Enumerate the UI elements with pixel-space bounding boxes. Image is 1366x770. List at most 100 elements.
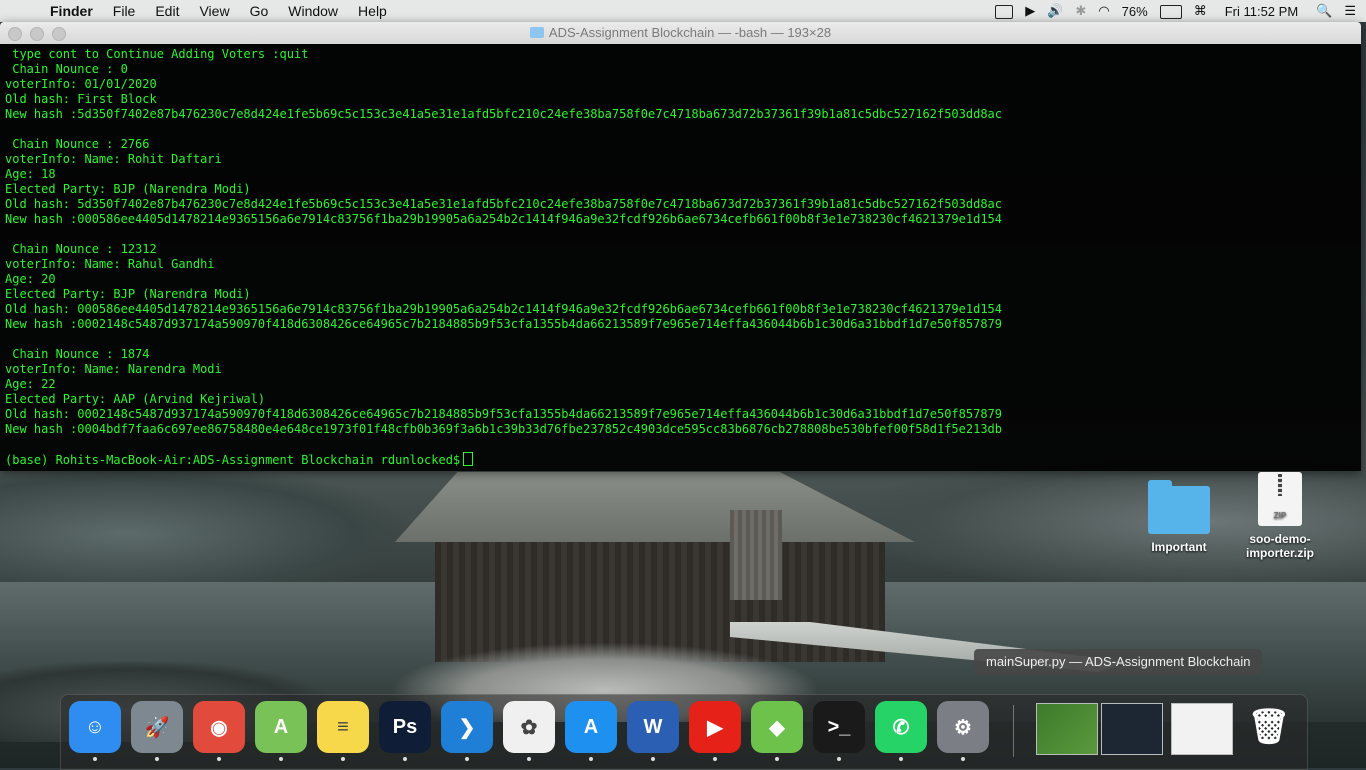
window-controls [8,27,66,41]
dock: 🗑 ☺ 🚀 ◉ A ≡ Ps ❯ ✿ A W ▶ ◆ >_ ✆ ⚙ [60,694,1308,770]
menu-help[interactable]: Help [348,0,397,22]
folder-icon [529,27,544,38]
terminal-window[interactable]: ADS-Assignment Blockchain — -bash — 193×… [0,22,1361,471]
word-icon[interactable]: W [627,701,679,761]
battery-icon[interactable] [1154,3,1188,19]
running-indicator [961,757,965,761]
running-indicator [527,757,531,761]
terminal-line: Age: 22 [5,377,56,391]
terminal-cursor [463,452,474,466]
running-indicator [155,757,159,761]
whatsapp-icon[interactable]: ✆ [875,701,927,761]
minimized-window-thumbnail[interactable] [1036,703,1098,755]
youtube-music-icon[interactable]: ▶ [689,701,741,761]
terminal-line: Chain Nounce : 12312 [5,242,157,256]
input-source-icon[interactable]: ⌘ [1188,3,1213,19]
running-indicator [217,757,221,761]
terminal-line: voterInfo: Name: Narendra Modi [5,362,222,376]
terminal-line: Elected Party: AAP (Arvind Kejriwal) [5,392,266,406]
terminal-line: New hash :000586ee4405d1478214e9365156a6… [5,212,1002,226]
desktop-file-zip[interactable]: ZIP soo-demo-importer.zip [1240,472,1320,560]
notes-icon[interactable]: ≡ [317,701,369,761]
terminal-line: voterInfo: Name: Rohit Daftari [5,152,222,166]
wallpaper-mountain [0,462,420,582]
status-area: ▶ 🔊 ✱ ◠ 76% ⌘ Fri 11:52 PM 🔍 ☰ [989,0,1366,22]
menu-go[interactable]: Go [240,0,279,22]
vscode-icon[interactable]: ❯ [441,701,493,761]
terminal-line: Age: 20 [5,272,56,286]
terminal-line: voterInfo: 01/01/2020 [5,77,157,91]
menu-window[interactable]: Window [278,0,348,22]
running-indicator [899,757,903,761]
terminal-line: Elected Party: BJP (Narendra Modi) [5,287,251,301]
app-store-icon[interactable]: A [565,701,617,761]
menu-app-name[interactable]: Finder [40,0,103,22]
terminal-titlebar[interactable]: ADS-Assignment Blockchain — -bash — 193×… [0,22,1361,44]
photos-icon[interactable]: ✿ [503,701,555,761]
minimized-vscode-window[interactable] [1101,703,1163,755]
minimized-chrome-window[interactable] [1171,703,1233,755]
terminal-line: Old hash: 000586ee4405d1478214e9365156a6… [5,302,1002,316]
close-button[interactable] [8,27,22,41]
minimize-button[interactable] [30,27,44,41]
terminal-line: New hash :0004bdf7faa6c697ee86758480e4e6… [5,422,1002,436]
terminal-line: New hash :0002148c5487d937174a590970f418… [5,317,1002,331]
menu-view[interactable]: View [189,0,239,22]
terminal-line: voterInfo: Name: Rahul Gandhi [5,257,215,271]
folder-icon [1148,480,1210,534]
running-indicator [651,757,655,761]
terminal-line: Chain Nounce : 0 [5,62,128,76]
clock[interactable]: Fri 11:52 PM [1213,4,1310,19]
running-indicator [713,757,717,761]
terminal-output[interactable]: type cont to Continue Adding Voters :qui… [0,44,1361,470]
terminal-line: Age: 18 [5,167,56,181]
zip-file-icon: ZIP [1258,472,1302,526]
desktop-icon-label: Important [1151,540,1207,554]
terminal-line: Chain Nounce : 1874 [5,347,150,361]
dock-tooltip: mainSuper.py — ADS-Assignment Blockchain [974,649,1263,675]
finder-icon[interactable]: ☺ [69,701,121,761]
zoom-button[interactable] [52,27,66,41]
bluetooth-icon[interactable]: ✱ [1069,3,1092,19]
desktop-icon-label: soo-demo-importer.zip [1245,532,1314,560]
terminal-prompt: (base) Rohits-MacBook-Air:ADS-Assignment… [5,452,1356,467]
menu-bar: Finder File Edit View Go Window Help ▶ 🔊… [0,0,1366,22]
launchpad-icon[interactable]: 🚀 [131,701,183,761]
trash-icon[interactable]: 🗑 [1243,701,1295,753]
running-indicator [93,757,97,761]
system-preferences-icon[interactable]: ⚙ [937,701,989,761]
menu-file[interactable]: File [103,0,146,22]
terminal-icon[interactable]: >_ [813,701,865,761]
terminal-title: ADS-Assignment Blockchain — -bash — 193×… [548,25,832,40]
running-indicator [775,757,779,761]
media-play-icon[interactable]: ▶ [1019,3,1041,19]
screen-mirroring-icon[interactable] [989,3,1019,19]
notification-center-icon[interactable]: ☰ [1338,3,1366,19]
terminal-line: New hash :5d350f7402e87b476230c7e8d424e1… [5,107,1002,121]
terminal-line: Elected Party: BJP (Narendra Modi) [5,182,251,196]
menu-edit[interactable]: Edit [145,0,189,22]
dock-separator [1013,705,1014,757]
running-indicator [589,757,593,761]
android-studio-icon[interactable]: A [255,701,307,761]
desktop-folder-important[interactable]: Important [1139,480,1219,554]
battery-percent[interactable]: 76% [1116,4,1154,19]
spotlight-search-icon[interactable]: 🔍 [1310,3,1338,19]
photoshop-icon[interactable]: Ps [379,701,431,761]
terminal-line: type cont to Continue Adding Voters :qui… [5,47,309,61]
running-indicator [341,757,345,761]
running-indicator [837,757,841,761]
volume-icon[interactable]: 🔊 [1041,3,1069,19]
terminal-line: Old hash: First Block [5,92,157,106]
running-indicator [465,757,469,761]
box-app-icon[interactable]: ◆ [751,701,803,761]
terminal-line: Old hash: 0002148c5487d937174a590970f418… [5,407,1002,421]
terminal-line: Old hash: 5d350f7402e87b476230c7e8d424e1… [5,197,1002,211]
chrome-icon[interactable]: ◉ [193,701,245,761]
wifi-icon[interactable]: ◠ [1092,3,1115,19]
running-indicator [403,757,407,761]
